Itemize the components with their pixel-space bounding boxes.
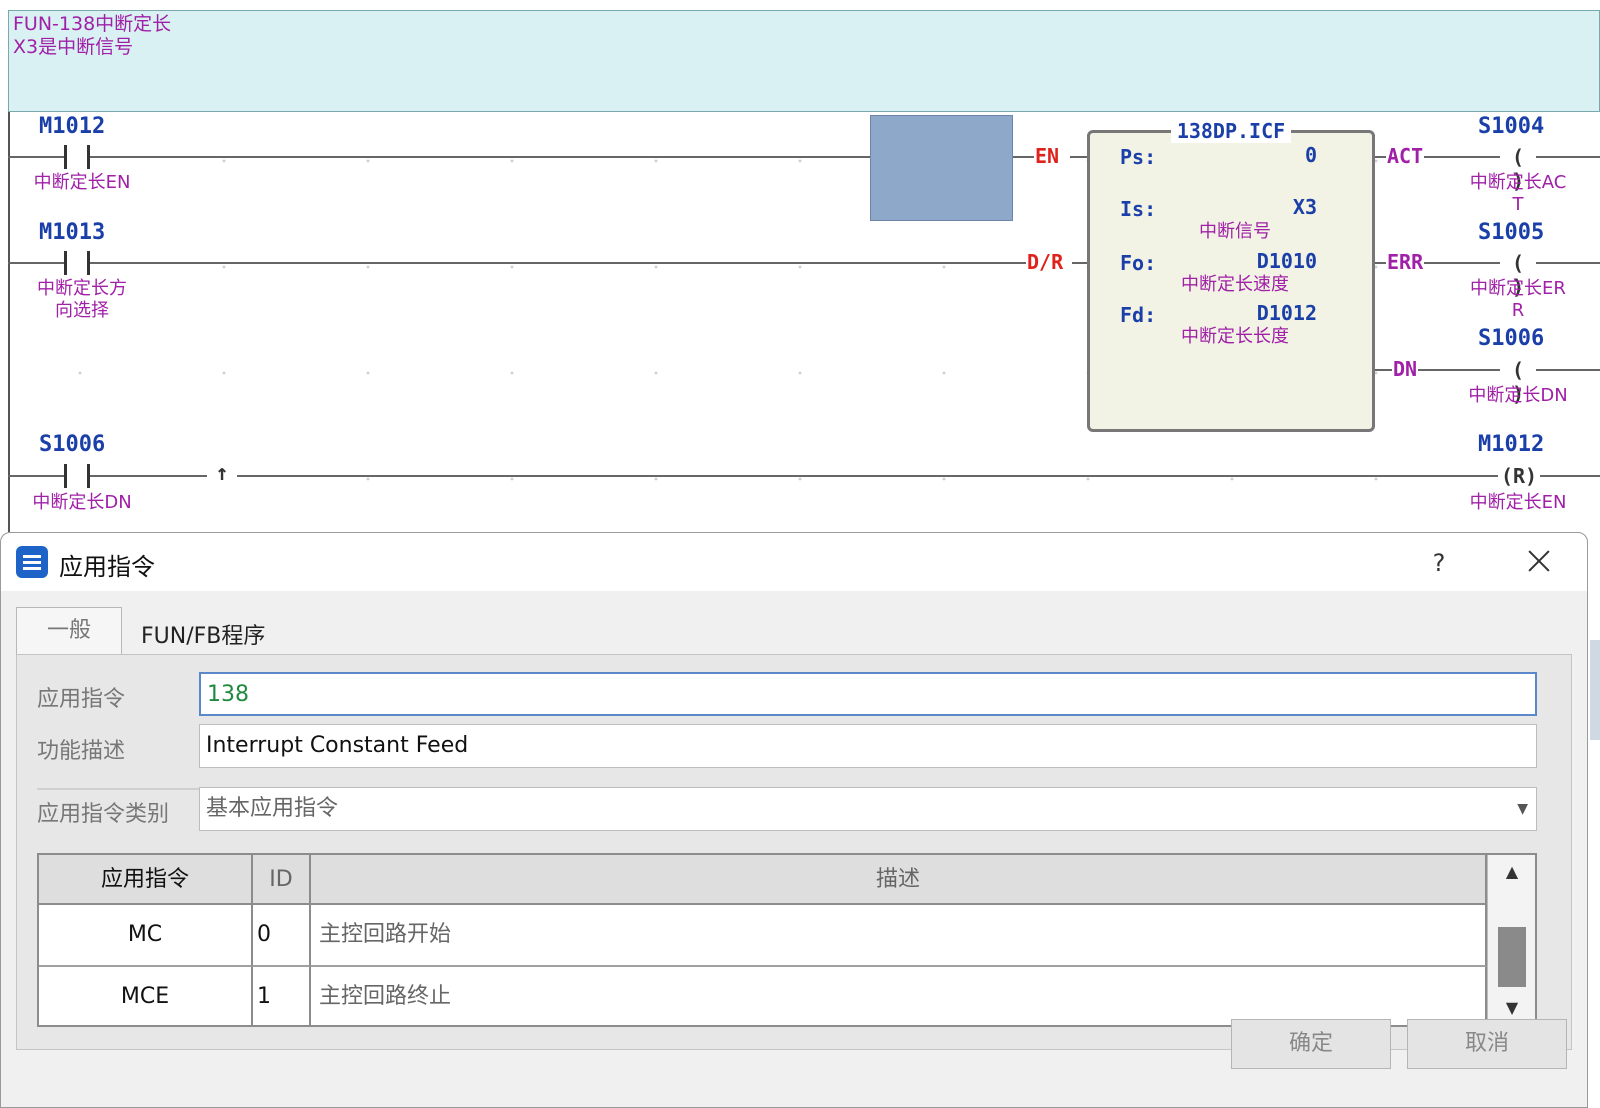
instruction-category-value: 基本应用指令 — [206, 796, 339, 821]
function-description-field[interactable]: Interrupt Constant Feed — [199, 724, 1537, 768]
scrollbar-thumb[interactable] — [1498, 927, 1526, 987]
coil-address-dn: S1006 — [1478, 326, 1545, 351]
pin-dr: D/R — [1026, 250, 1065, 274]
row-description: 主控回路开始 — [311, 905, 1487, 967]
scroll-up-icon[interactable]: ▲ — [1488, 855, 1535, 889]
rung3-coil-address: M1012 — [1478, 432, 1545, 457]
instruction-input[interactable]: 138 — [199, 672, 1537, 716]
table-scrollbar[interactable]: ▲ ▼ — [1487, 855, 1535, 1025]
coil-act[interactable]: ( ) — [1500, 145, 1536, 193]
rung2-wire — [8, 262, 1028, 264]
coil-comment-dn: 中断定长DN — [1468, 385, 1568, 406]
param-value-is: X3 — [1292, 195, 1317, 219]
rung1-no-contact[interactable] — [64, 145, 90, 169]
rung2-contact-address: M1013 — [39, 220, 106, 245]
rung3-coil-comment: 中断定长EN — [1469, 492, 1567, 513]
coil-comment-act-1: 中断定长AC — [1469, 172, 1567, 193]
coil-address-act: S1004 — [1478, 114, 1545, 139]
rung1-contact-comment: 中断定长EN — [33, 172, 131, 193]
function-description-label: 功能描述 — [37, 739, 126, 764]
rung2-no-contact[interactable] — [64, 251, 90, 275]
rung-comment[interactable]: FUN-138中断定长 X3是中断信号 — [8, 10, 1600, 112]
param-name-fo: Fo: — [1120, 251, 1157, 275]
param-comment-fo: 中断定长速度 — [1181, 274, 1289, 295]
coil-dn[interactable]: ( ) — [1500, 358, 1536, 406]
coil-comment-act-2: T — [1512, 194, 1524, 215]
help-button[interactable]: ? — [1419, 543, 1459, 583]
tab-general[interactable]: 一般 — [16, 607, 122, 655]
param-comment-fd: 中断定长长度 — [1181, 326, 1289, 347]
param-name-is: Is: — [1120, 197, 1157, 221]
pin-en: EN — [1034, 144, 1061, 168]
dialog-titlebar[interactable]: 应用指令 ? — [1, 533, 1587, 591]
close-icon[interactable] — [1519, 541, 1559, 581]
app-icon — [16, 546, 48, 578]
rung3-no-contact[interactable] — [64, 464, 90, 488]
coil-comment-err-2: R — [1511, 300, 1525, 321]
param-name-ps: Ps: — [1120, 145, 1157, 169]
comment-line-1: FUN-138中断定长 — [13, 13, 172, 35]
comment-line-2: X3是中断信号 — [13, 36, 134, 58]
row-id: 0 — [253, 905, 311, 967]
general-tab-panel: 应用指令 138 功能描述 Interrupt Constant Feed 应用… — [16, 654, 1572, 1050]
rung3-contact-address: S1006 — [39, 432, 106, 457]
rising-edge-symbol[interactable]: ↑ — [207, 462, 237, 486]
row-instruction: MCE — [39, 967, 253, 1025]
instruction-category-select[interactable]: 基本应用指令 ▼ — [199, 787, 1537, 831]
left-power-rail — [8, 112, 10, 532]
application-instruction-dialog: 应用指令 ? 一般 FUN/FB程序 应用指令 138 功能描述 Interru… — [0, 532, 1588, 1108]
row-instruction: MC — [39, 905, 253, 967]
pin-err: ERR — [1386, 250, 1425, 274]
param-comment-is: 中断信号 — [1199, 221, 1271, 242]
instruction-table: 应用指令 ID 描述 MC 0 主控回路开始 MCE 1 主控回路终止 ▲ ▼ — [37, 853, 1537, 1027]
coil-err[interactable]: ( ) — [1500, 251, 1536, 299]
pin-dn: DN — [1392, 357, 1419, 381]
column-header-description[interactable]: 描述 — [311, 855, 1487, 905]
background-window-edge — [1590, 640, 1600, 740]
rung3-wire — [8, 475, 1600, 477]
column-header-instruction[interactable]: 应用指令 — [39, 855, 253, 905]
instruction-category-label: 应用指令类别 — [37, 802, 170, 827]
coil-comment-err-1: 中断定长ER — [1470, 278, 1566, 299]
rung1-wire-b — [1070, 156, 1088, 158]
instruction-label: 应用指令 — [37, 687, 126, 712]
row-id: 1 — [253, 967, 311, 1025]
dialog-title: 应用指令 — [59, 553, 155, 581]
column-header-id[interactable]: ID — [253, 855, 311, 905]
rung2-contact-comment-2: 向选择 — [55, 300, 109, 321]
param-value-ps: 0 — [1304, 143, 1317, 167]
coil-address-err: S1005 — [1478, 220, 1545, 245]
param-name-fd: Fd: — [1120, 303, 1157, 327]
rung3-contact-comment: 中断定长DN — [32, 492, 132, 513]
cell-selection-highlight — [870, 115, 1013, 221]
rung2-contact-comment-1: 中断定长方 — [37, 278, 127, 299]
tab-fun-fb-program[interactable]: FUN/FB程序 — [141, 617, 265, 655]
row-description: 主控回路终止 — [311, 967, 1487, 1025]
ok-button[interactable]: 确定 — [1231, 1019, 1391, 1069]
function-block-138[interactable]: 138DP.ICF Ps: 0 Is: X3 中断信号 Fo: D1010 中断… — [1087, 119, 1375, 432]
function-block-title: 138DP.ICF — [1170, 119, 1292, 143]
pin-act: ACT — [1386, 144, 1425, 168]
rung2-wire-b — [1072, 262, 1088, 264]
chevron-down-icon[interactable]: ▼ — [1517, 788, 1528, 830]
reset-coil[interactable]: (R) — [1498, 464, 1540, 488]
cancel-button[interactable]: 取消 — [1407, 1019, 1567, 1069]
rung1-contact-address: M1012 — [39, 114, 106, 139]
